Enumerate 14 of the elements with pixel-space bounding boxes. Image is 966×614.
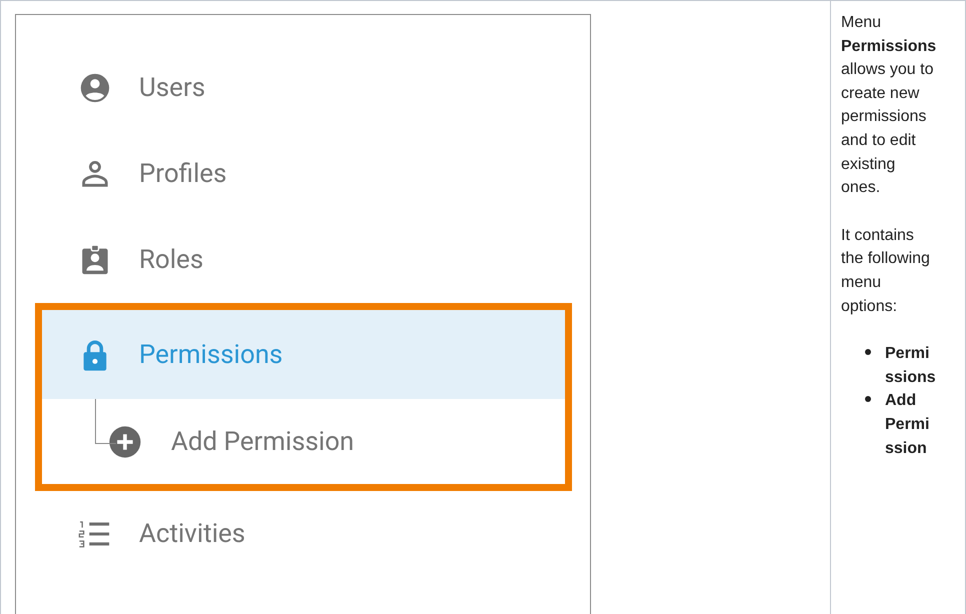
bullet-icon — [865, 349, 871, 356]
option-text: Add Permission — [885, 391, 930, 458]
menu-item[interactable]: Permissions — [42, 310, 565, 399]
option-text: Permissions — [885, 344, 937, 388]
description-text: Menu Permissions allows you to create new permissions and to edit existing ones. — [841, 13, 937, 198]
description-text: It contains the following menu options: — [841, 226, 931, 317]
menu-item[interactable]: Users — [16, 45, 590, 131]
menu-item[interactable]: Add Permission — [42, 399, 565, 484]
menu-item[interactable]: Roles — [16, 217, 590, 303]
menu-item[interactable]: Profiles — [16, 131, 590, 217]
menu-item[interactable]: Activities — [16, 491, 590, 577]
user-circle-icon — [78, 71, 112, 105]
add-circle-icon — [108, 424, 142, 458]
bullet-icon — [865, 396, 871, 402]
